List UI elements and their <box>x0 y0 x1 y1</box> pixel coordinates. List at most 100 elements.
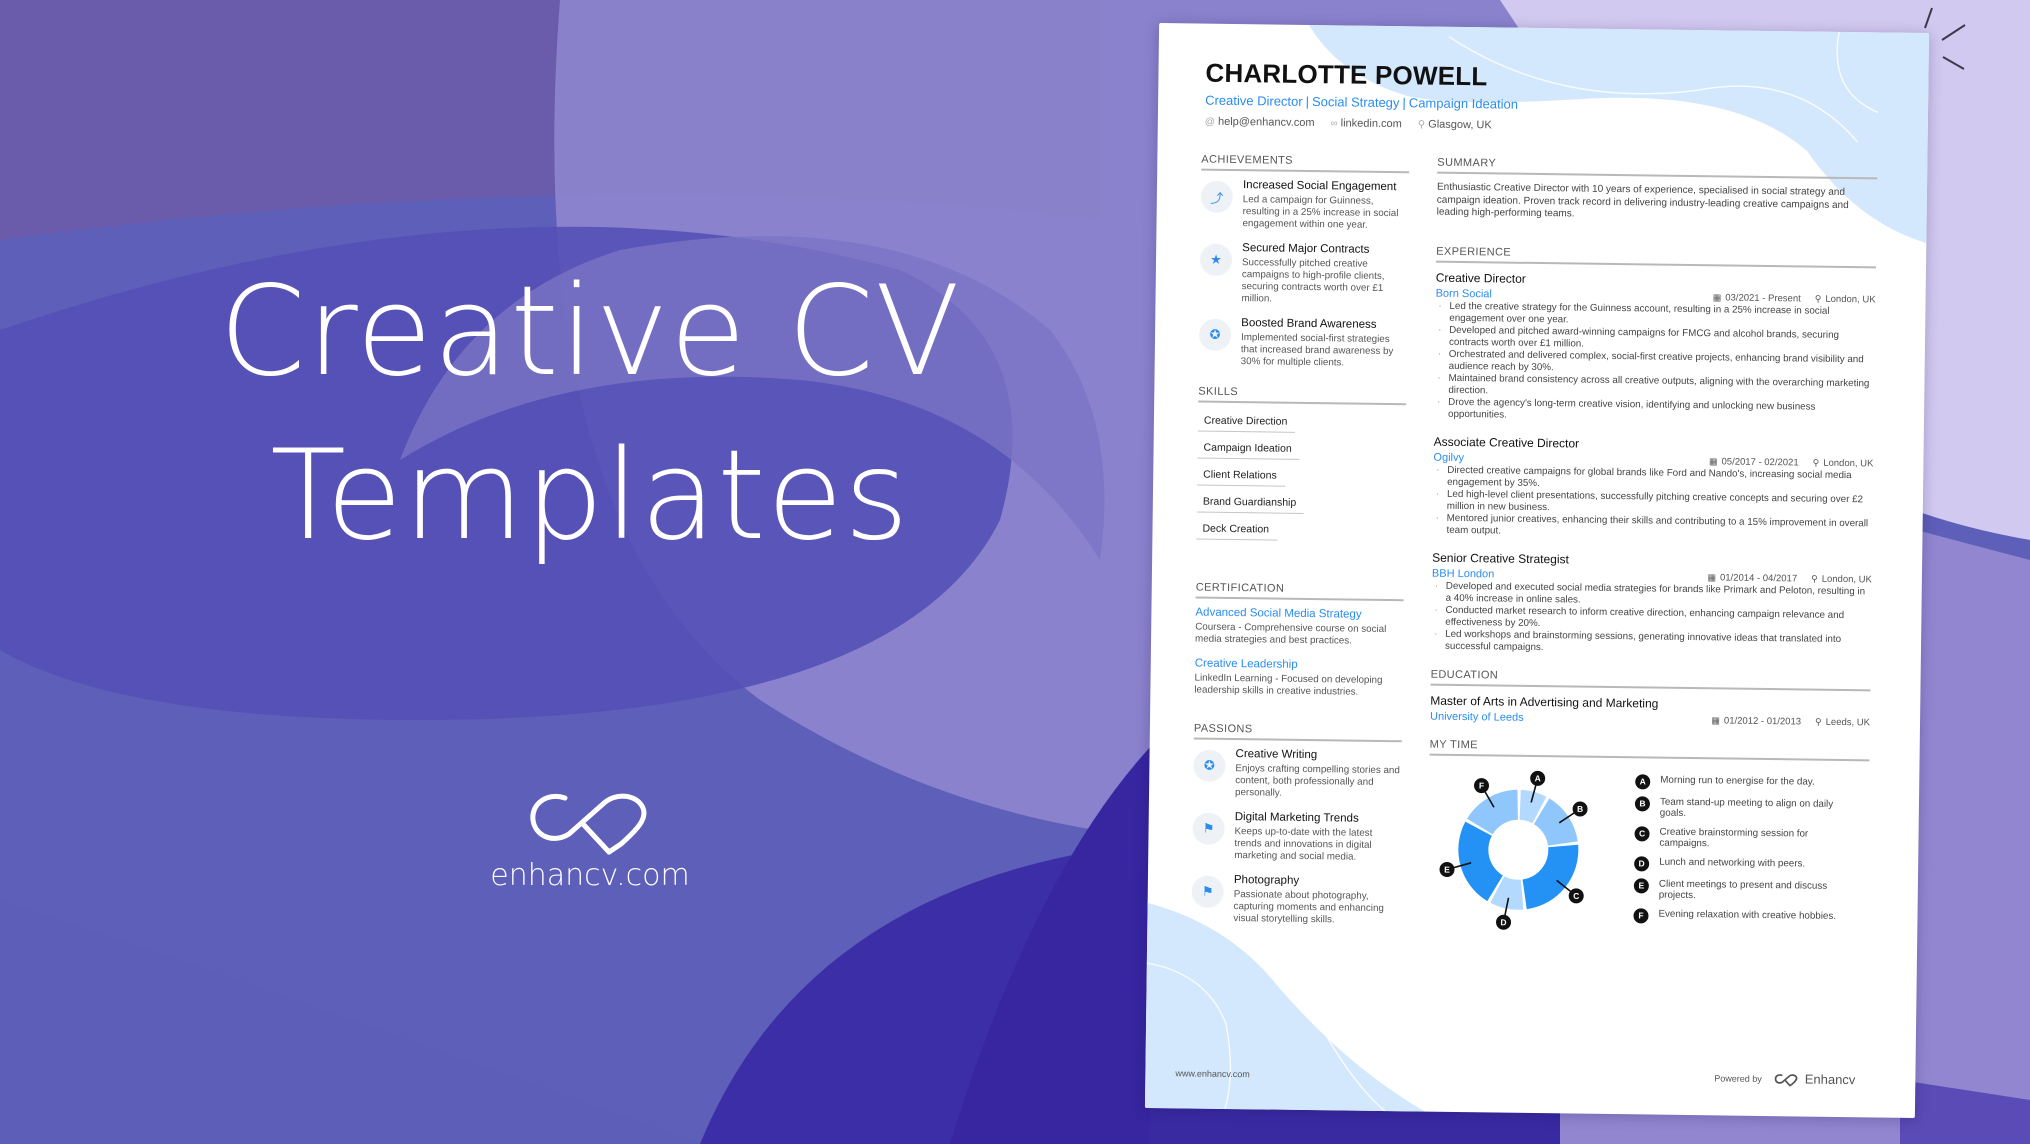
my-time-section: MY TIME ABCDEF A Morning run to energise … <box>1427 738 1870 939</box>
donut-label-c: C <box>1573 890 1579 900</box>
achievements-section: ACHIEVEMENTS ⤴ Increased Social Engageme… <box>1198 153 1410 371</box>
certification-heading: CERTIFICATION <box>1195 581 1404 602</box>
my-time-legend: A Morning run to energise for the day. BT… <box>1633 766 1869 933</box>
job-dates: 05/2017 - 02/2021 <box>1721 455 1799 468</box>
passion-item: ✪ Creative Writing Enjoys crafting compe… <box>1193 748 1402 802</box>
donut-label-b: B <box>1577 803 1583 813</box>
legend-key-badge: B <box>1634 795 1651 811</box>
job-location: London, UK <box>1821 573 1872 585</box>
contact-location: ⚲ Glasgow, UK <box>1418 118 1492 132</box>
skill-tag: Brand Guardianship <box>1196 491 1305 514</box>
job-bullet: Drove the agency's long-term creative vi… <box>1448 396 1874 426</box>
passion-title: Digital Marketing Trends <box>1234 811 1359 825</box>
location-pin-icon: ⚲ <box>1815 716 1822 727</box>
job-company[interactable]: Ogilvy <box>1433 451 1464 463</box>
left-column: ACHIEVEMENTS ⤴ Increased Social Engageme… <box>1191 153 1410 940</box>
experience-section: EXPERIENCE Creative Director Born Social… <box>1431 245 1877 658</box>
contact-email-text[interactable]: help@enhancv.com <box>1218 116 1315 129</box>
donut-label-e: E <box>1444 864 1450 874</box>
donut-label-d: D <box>1500 917 1506 927</box>
job-bullets: Led the creative strategy for the Guinne… <box>1434 300 1876 426</box>
job-entry: Creative Director Born Social ▦ 03/2021 -… <box>1434 270 1876 426</box>
at-icon: @ <box>1204 116 1216 128</box>
donut-segment-e <box>1458 821 1503 901</box>
skills-heading: SKILLS <box>1198 385 1407 406</box>
job-bullet: Mentored junior creatives, enhancing the… <box>1446 512 1872 542</box>
job-company[interactable]: BBH London <box>1432 567 1495 580</box>
brand-block[interactable]: enhancv.com <box>480 782 700 893</box>
achievement-item: ★ Secured Major Contracts Successfully p… <box>1199 242 1408 308</box>
legend-item: E Client meetings to present and discuss … <box>1633 877 1868 904</box>
certification-title[interactable]: Creative Leadership <box>1195 658 1403 673</box>
legend-item: A Morning run to energise for the day. <box>1635 773 1869 792</box>
growth-chart-icon: ⤴ <box>1200 180 1234 213</box>
passion-desc: Passionate about photography, capturing … <box>1233 889 1384 926</box>
sparkle-decoration-icon <box>1920 0 2030 80</box>
title-separator: | <box>1305 93 1310 109</box>
job-entry: Senior Creative Strategist BBH London ▦ 0… <box>1431 550 1872 658</box>
job-role: Creative Director <box>1435 270 1526 286</box>
job-bullet: Led workshops and brainstorming sessions… <box>1445 628 1871 658</box>
location-pin-icon: ⚲ <box>1812 457 1820 468</box>
job-entry: Associate Creative Director Ogilvy ▦ 05/2… <box>1432 434 1873 542</box>
contact-linkedin[interactable]: ∞ linkedin.com <box>1330 117 1401 130</box>
award-ribbon-icon: ✪ <box>1193 749 1226 782</box>
my-time-donut-chart: A B C D E F <box>1439 770 1588 930</box>
achievements-heading: ACHIEVEMENTS <box>1201 153 1410 174</box>
achievement-desc: Successfully pitched creative campaigns … <box>1241 257 1385 305</box>
enhancv-logo-icon <box>1775 1073 1798 1086</box>
certification-item: Creative Leadership LinkedIn Learning - … <box>1194 658 1402 700</box>
job-company[interactable]: Born Social <box>1436 287 1492 300</box>
title-separator: | <box>1402 95 1406 111</box>
title-1: Creative Director <box>1205 92 1303 109</box>
passion-desc: Enjoys crafting compelling stories and c… <box>1234 763 1400 799</box>
passion-item: ⚑ Photography Passionate about photograp… <box>1191 874 1400 928</box>
skill-tag: Deck Creation <box>1196 518 1278 541</box>
skill-tag: Client Relations <box>1197 464 1285 487</box>
legend-key-badge: F <box>1633 907 1649 923</box>
education-heading: EDUCATION <box>1430 668 1871 691</box>
achievement-title: Increased Social Engagement <box>1242 179 1397 194</box>
banner-title-line-2: Templates <box>270 424 910 568</box>
link-icon: ∞ <box>1330 117 1338 129</box>
resume-page: CHARLOTTE POWELL Creative Director | Socia… <box>1144 23 1930 1118</box>
banner-title-line-1: Creative CV <box>219 260 961 404</box>
contact-linkedin-text[interactable]: linkedin.com <box>1341 117 1402 130</box>
legend-item: C Creative brainstorming session for camp… <box>1634 825 1868 852</box>
legend-text: Lunch and networking with peers. <box>1659 856 1806 870</box>
legend-key-badge: C <box>1634 825 1650 841</box>
job-dates: 03/2021 - Present <box>1725 291 1801 304</box>
skills-section: SKILLS Creative Direction Campaign Ideat… <box>1196 385 1407 549</box>
achievement-title: Secured Major Contracts <box>1242 242 1370 256</box>
summary-heading: SUMMARY <box>1437 156 1878 180</box>
legend-key-badge: E <box>1633 877 1649 893</box>
contact-list: @ help@enhancv.com ∞ linkedin.com ⚲ Glas… <box>1205 116 1518 132</box>
contact-email[interactable]: @ help@enhancv.com <box>1205 116 1315 129</box>
calendar-icon: ▦ <box>1708 455 1718 466</box>
job-dates: 01/2014 - 04/2017 <box>1719 571 1798 584</box>
education-section: EDUCATION Master of Arts in Advertising … <box>1430 668 1871 728</box>
legend-text: Client meetings to present and discuss p… <box>1658 878 1828 902</box>
job-role: Senior Creative Strategist <box>1432 550 1569 566</box>
powered-by-brand: Enhancv <box>1804 1071 1856 1088</box>
achievement-item: ⤴ Increased Social Engagement Led a camp… <box>1200 179 1409 233</box>
education-degree: Master of Arts in Advertising and Market… <box>1430 693 1659 711</box>
resume-header: CHARLOTTE POWELL Creative Director | Socia… <box>1205 58 1519 132</box>
legend-item: F Evening relaxation with creative hobbie… <box>1633 907 1867 926</box>
certification-desc: LinkedIn Learning - Focused on developin… <box>1194 672 1383 698</box>
legend-text: Morning run to energise for the day. <box>1660 774 1815 788</box>
certification-desc: Coursera - Comprehensive course on socia… <box>1195 621 1387 647</box>
certification-section: CERTIFICATION Advanced Social Media Stra… <box>1194 581 1404 700</box>
legend-key-badge: A <box>1635 773 1651 789</box>
footer-powered-by[interactable]: Powered by Enhancv <box>1714 1070 1856 1088</box>
footer-url[interactable]: www.enhancv.com <box>1175 1068 1249 1079</box>
brand-url[interactable]: enhancv.com <box>480 858 700 893</box>
passion-title: Creative Writing <box>1235 748 1318 762</box>
education-school[interactable]: University of Leeds <box>1430 710 1524 723</box>
banner-title: Creative CV Templates <box>150 250 1030 578</box>
job-location: London, UK <box>1825 293 1876 305</box>
my-time-heading: MY TIME <box>1429 738 1870 761</box>
certification-title[interactable]: Advanced Social Media Strategy <box>1195 607 1403 622</box>
achievement-title: Boosted Brand Awareness <box>1241 317 1377 331</box>
job-location: London, UK <box>1823 457 1874 469</box>
